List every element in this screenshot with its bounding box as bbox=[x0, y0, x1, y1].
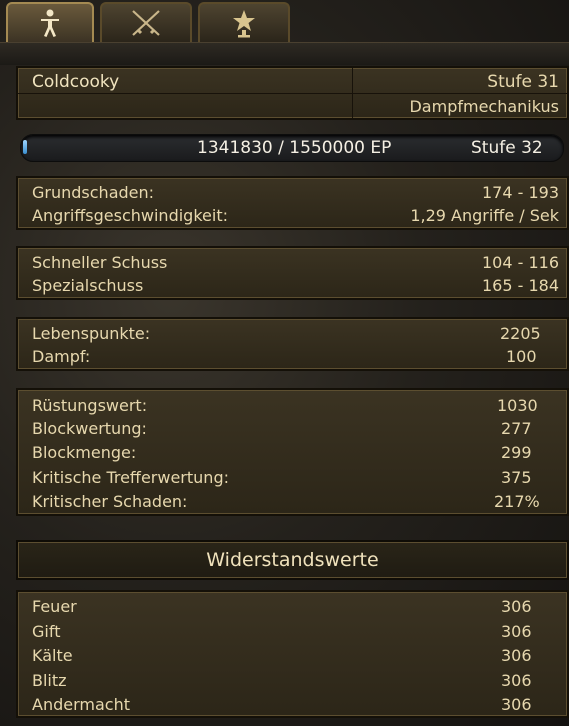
character-header-panel: Coldcooky Stufe 31 Dampfmechanikus bbox=[16, 66, 569, 120]
damage-panel: Grundschaden: 174 - 193 Angriffsgeschwin… bbox=[16, 176, 569, 230]
health-label: Lebenspunkte: bbox=[32, 324, 151, 343]
resistances-panel: Feuer 306 Gift 306 Kälte 306 Blitz 306 A… bbox=[16, 590, 569, 718]
resistance-cold-label: Kälte bbox=[32, 646, 73, 665]
tab-combat[interactable] bbox=[100, 2, 192, 42]
resistance-fire-value: 306 bbox=[501, 597, 532, 616]
character-name: Coldcooky bbox=[32, 72, 120, 92]
crit-rating-value: 375 bbox=[501, 468, 532, 487]
quick-shot-label: Schneller Schuss bbox=[32, 253, 168, 272]
crit-rating-label: Kritische Trefferwertung: bbox=[32, 468, 229, 487]
special-shot-label: Spezialschuss bbox=[32, 276, 144, 295]
vitals-panel: Lebenspunkte: 2205 Dampf: 100 bbox=[16, 317, 569, 371]
window-frame bbox=[0, 42, 569, 65]
skills-panel: Schneller Schuss 104 - 116 Spezialschuss… bbox=[16, 246, 569, 300]
quick-shot-value: 104 - 116 bbox=[481, 253, 559, 272]
experience-bar: 1341830 / 1550000 EP Stufe 32 bbox=[20, 134, 564, 162]
base-damage-value: 174 - 193 bbox=[481, 183, 559, 202]
tab-achievements[interactable] bbox=[198, 2, 290, 42]
armor-value: 1030 bbox=[497, 396, 538, 415]
defense-panel: Rüstungswert: 1030 Blockwertung: 277 Blo… bbox=[16, 388, 569, 516]
resistances-title: Widerstandswerte bbox=[16, 540, 569, 580]
base-damage-label: Grundschaden: bbox=[32, 183, 155, 202]
character-icon bbox=[37, 8, 63, 38]
armor-label: Rüstungswert: bbox=[32, 396, 148, 415]
special-shot-value: 165 - 184 bbox=[481, 276, 559, 295]
crossed-swords-icon bbox=[129, 8, 163, 38]
resistance-poison-value: 306 bbox=[501, 622, 532, 641]
tab-character[interactable] bbox=[6, 2, 94, 42]
crit-damage-value: 217% bbox=[494, 492, 540, 511]
character-level: Stufe 31 bbox=[487, 72, 559, 92]
resistance-othermight-value: 306 bbox=[501, 695, 532, 714]
resistance-othermight-label: Andermacht bbox=[32, 695, 130, 714]
steam-value: 100 bbox=[506, 347, 537, 366]
block-amount-value: 299 bbox=[501, 443, 532, 462]
block-rating-value: 277 bbox=[501, 419, 532, 438]
attack-speed-value: 1,29 Angriffe / Sek bbox=[410, 206, 559, 225]
experience-text: 1341830 / 1550000 EP bbox=[197, 138, 392, 158]
resistance-lightning-label: Blitz bbox=[32, 671, 67, 690]
resistance-lightning-value: 306 bbox=[501, 671, 532, 690]
experience-bar-fill bbox=[23, 140, 27, 154]
block-rating-label: Blockwertung: bbox=[32, 419, 147, 438]
next-level-text: Stufe 32 bbox=[471, 138, 543, 158]
block-amount-label: Blockmenge: bbox=[32, 443, 137, 462]
resistance-fire-label: Feuer bbox=[32, 597, 77, 616]
resistance-cold-value: 306 bbox=[501, 646, 532, 665]
attack-speed-label: Angriffsgeschwindigkeit: bbox=[32, 206, 228, 225]
character-class: Dampfmechanikus bbox=[409, 97, 559, 116]
star-medal-icon bbox=[231, 8, 257, 38]
steam-label: Dampf: bbox=[32, 347, 91, 366]
health-value: 2205 bbox=[500, 324, 541, 343]
crit-damage-label: Kritischer Schaden: bbox=[32, 492, 188, 511]
resistance-poison-label: Gift bbox=[32, 622, 61, 641]
